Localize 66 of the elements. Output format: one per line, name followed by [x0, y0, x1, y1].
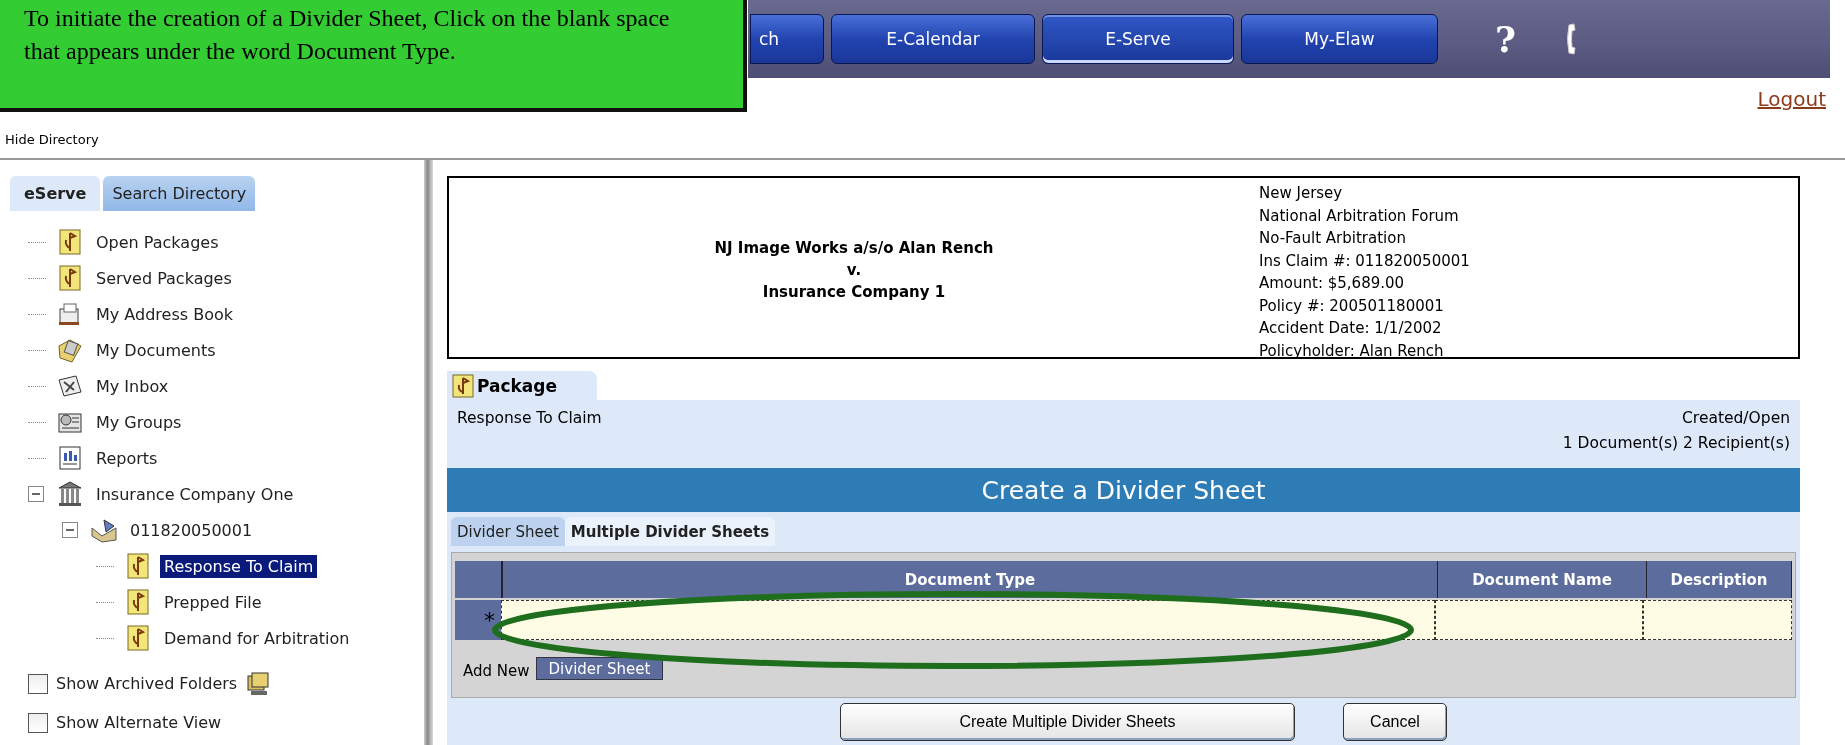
tree-item[interactable]: Reports [92, 446, 162, 470]
package-status: Created/Open [1682, 408, 1790, 429]
checkbox[interactable] [28, 673, 48, 694]
tree-item[interactable]: My Groups [92, 410, 186, 434]
document-icon [56, 264, 84, 292]
tree-item[interactable]: Served Packages [92, 266, 236, 290]
help-icon[interactable]: ? [1495, 18, 1517, 60]
sidebar-tab[interactable]: Search Directory [103, 176, 256, 211]
case-detail: New Jersey [1259, 183, 1344, 204]
tree-item[interactable]: My Inbox [92, 374, 173, 398]
case-detail: Ins Claim #: 011820050001 [1259, 250, 1471, 272]
divider-tab[interactable]: Multiple Divider Sheets [564, 517, 776, 546]
collapse-icon[interactable] [28, 486, 44, 502]
description-cell[interactable] [1643, 600, 1792, 640]
action-button[interactable]: Cancel [1343, 703, 1447, 741]
new-row-marker: * [455, 600, 501, 640]
document-icon [124, 624, 152, 652]
tree-item[interactable]: Insurance Company One [92, 482, 298, 506]
collapse-icon[interactable] [62, 522, 78, 538]
logout-link[interactable]: Logout [1757, 87, 1826, 111]
nav-tab[interactable]: ch [750, 14, 824, 64]
hide-directory-link[interactable]: Hide Directory [5, 131, 99, 147]
column-header: Document Type [503, 561, 1438, 598]
document-icon [56, 228, 84, 256]
tree-item[interactable]: Open Packages [92, 230, 223, 254]
package-counts: 1 Document(s) 2 Recipient(s) [1562, 433, 1790, 454]
tree-item[interactable]: Demand for Arbitration [160, 626, 354, 650]
tree-item[interactable]: My Address Book [92, 302, 237, 326]
document-name-cell[interactable] [1435, 600, 1643, 640]
tree-item[interactable]: Response To Claim [160, 554, 318, 578]
callout-text: To initiate the creation of a Divider Sheet, Click on the blank space that appears under the word Document Type. [24, 4, 671, 66]
case-detail: Policyholder: Alan Rench [1259, 340, 1445, 362]
document-type-cell[interactable] [501, 600, 1435, 640]
archive-icon [245, 671, 272, 696]
party-name: Insurance Company 1 [762, 282, 946, 303]
column-header: Document Name [1438, 561, 1647, 598]
case-detail: No-Fault Arbitration [1259, 228, 1407, 249]
party-name: v. [846, 260, 862, 281]
document-icon [452, 373, 474, 398]
nav-tab[interactable]: My-Elaw [1241, 14, 1438, 64]
document-icon [124, 552, 152, 580]
tree-item[interactable]: 011820050001 [126, 518, 257, 542]
tree-item[interactable]: My Documents [92, 338, 220, 362]
case-detail: Policy #: 200501180001 [1259, 295, 1445, 317]
building-icon [56, 480, 84, 508]
sidebar-tab[interactable]: eServe [10, 176, 101, 211]
case-detail: Accident Date: 1/1/2002 [1259, 318, 1443, 339]
case-detail: Amount: $5,689.00 [1259, 273, 1406, 294]
nav-tab[interactable]: E-Calendar [831, 14, 1035, 64]
case-detail: National Arbitration Forum [1259, 205, 1460, 227]
package-name: Response To Claim [457, 408, 602, 429]
party-name: NJ Image Works a/s/o Alan Rench [714, 238, 994, 259]
divider-tab[interactable]: Divider Sheet [451, 517, 565, 546]
add-divider-button[interactable]: Divider Sheet [535, 657, 664, 680]
tree-item[interactable]: Prepped File [160, 590, 266, 614]
column-header: Description [1647, 561, 1792, 598]
package-tab[interactable]: Package [447, 371, 597, 400]
chart-icon [56, 444, 84, 472]
nav-tab[interactable]: E-Serve [1042, 14, 1234, 64]
document-icon [124, 588, 152, 616]
checkbox-label: Show Alternate View [56, 713, 222, 732]
action-button[interactable]: Create Multiple Divider Sheets [840, 703, 1295, 741]
section-title: Create a Divider Sheet [447, 468, 1800, 512]
checkbox[interactable] [28, 712, 48, 733]
checkbox-label: Show Archived Folders [56, 674, 238, 693]
add-new-label: Add New [463, 662, 530, 680]
